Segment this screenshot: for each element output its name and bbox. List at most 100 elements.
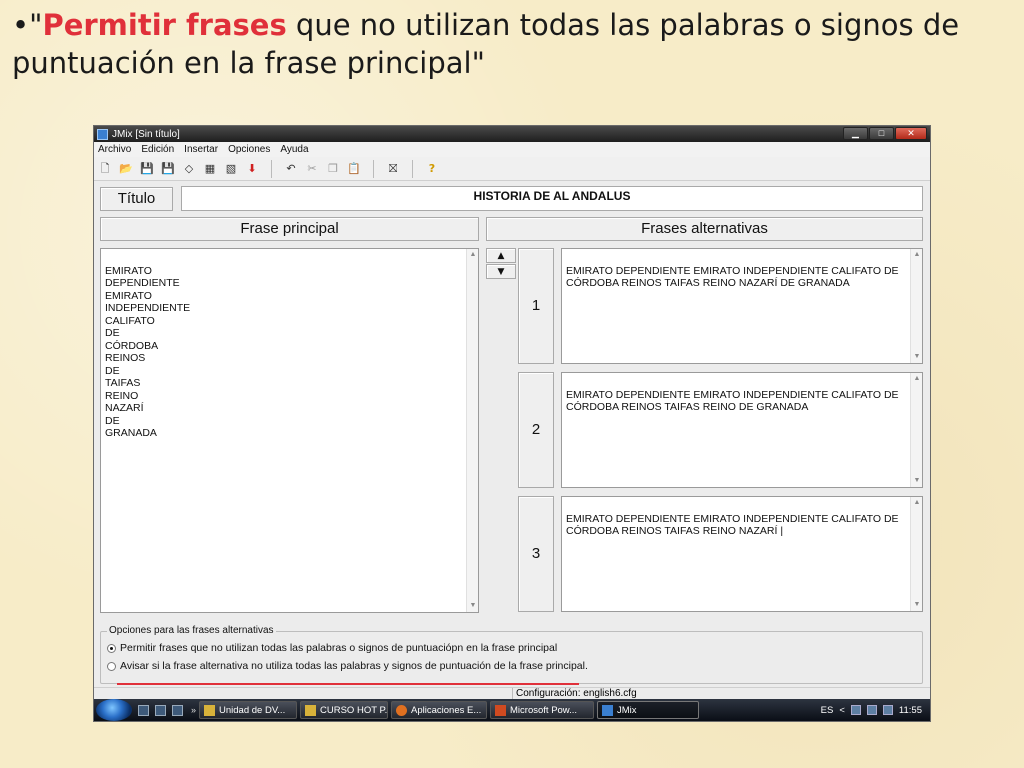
app-icon [97,128,108,140]
window-controls: ▁ □ ✕ [843,127,927,140]
grid-export-icon[interactable]: ▧ [223,161,239,177]
minimize-button[interactable]: ▁ [843,127,868,140]
quicklaunch-chevron[interactable]: » [191,705,196,715]
scroll-down-icon[interactable]: ▼ [911,599,922,611]
quicklaunch-window-icon[interactable] [155,704,166,716]
alt-text-2: EMIRATO DEPENDIENTE EMIRATO INDEPENDIENT… [566,388,899,414]
titulo-button[interactable]: Título [100,187,173,211]
eraser-icon[interactable]: ◇ [181,161,197,177]
menu-edicion[interactable]: Edición [141,144,174,155]
main-sentence-header: Frase principal [100,217,479,241]
alt-number-button-1[interactable]: 1 [518,248,554,364]
status-bar: Configuración: english6.cfg [94,687,930,700]
task-label: Unidad de DV... [219,704,286,716]
paste-icon[interactable]: 📋 [346,161,362,177]
red-underline-annotation [117,683,579,685]
window-titlebar[interactable]: JMix [Sin título] ▁ □ ✕ [94,126,930,142]
scroll-down-icon[interactable]: ▼ [911,475,922,487]
close-button[interactable]: ✕ [895,127,927,140]
scroll-up-icon[interactable]: ▲ [467,249,478,261]
new-icon[interactable]: 🗋 [97,161,113,177]
task-label: JMix [617,704,637,716]
powerpoint-icon [495,704,507,716]
alt-text-3: EMIRATO DEPENDIENTE EMIRATO INDEPENDIENT… [566,512,899,538]
quicklaunch-desktop-icon[interactable] [138,704,149,716]
radio-permitir[interactable] [107,643,116,653]
folder-icon [204,704,216,716]
open-icon[interactable]: 📂 [118,161,134,177]
scroll-up-icon[interactable]: ▲ [911,497,922,509]
main-scrollbar[interactable]: ▲ ▼ [466,249,478,612]
alt-scrollbar-3[interactable]: ▲ ▼ [910,497,922,611]
alt-nav-arrows: ▲ ▼ [486,248,516,280]
alt-options-group: Opciones para las frases alternativas Pe… [100,625,923,685]
scroll-up-icon[interactable]: ▲ [911,249,922,261]
toolbar-separator [271,159,272,178]
options-legend: Opciones para las frases alternativas [107,625,276,636]
toolbar-separator [412,159,413,178]
menu-archivo[interactable]: Archivo [98,144,131,155]
task-unidad-dvd[interactable]: Unidad de DV... [199,701,298,719]
grid-icon[interactable]: ▦ [202,161,218,177]
menu-bar: Archivo Edición Insertar Opciones Ayuda [94,142,930,157]
volume-icon[interactable] [882,705,893,715]
quote-open: " [29,8,43,42]
system-tray: ES < 11:55 [821,705,930,716]
task-label: Microsoft Pow... [510,704,578,716]
alt-textarea-1[interactable]: EMIRATO DEPENDIENTE EMIRATO INDEPENDIENT… [561,248,923,364]
alt-scrollbar-2[interactable]: ▲ ▼ [910,373,922,487]
option-avisar[interactable]: Avisar si la frase alternativa no utiliz… [107,660,588,672]
cut-icon[interactable]: ✂ [304,161,320,177]
alt-number-button-2[interactable]: 2 [518,372,554,488]
web-export-icon[interactable]: ⛝ [385,161,401,177]
bullet: • [12,8,30,42]
quicklaunch-media-icon[interactable] [172,704,183,716]
taskbar: » Unidad de DV... CURSO HOT P... Aplicac… [94,699,930,721]
scroll-down-icon[interactable]: ▼ [911,351,922,363]
jmix-icon [602,704,614,716]
help-icon[interactable]: ? [424,161,440,177]
arrow-down-red-icon[interactable]: ⬇ [244,161,260,177]
arrow-down-button[interactable]: ▼ [486,264,516,279]
toolbar: 🗋 📂 💾 💾 ◇ ▦ ▧ ⬇ ↶ ✂ ❐ 📋 ⛝ ? [94,157,930,181]
menu-opciones[interactable]: Opciones [228,144,270,155]
quote-close: " [471,46,485,80]
save-as-icon[interactable]: 💾 [160,161,176,177]
language-indicator[interactable]: ES [821,705,834,716]
menu-insertar[interactable]: Insertar [184,144,218,155]
copy-icon[interactable]: ❐ [325,161,341,177]
scroll-down-icon[interactable]: ▼ [467,600,478,612]
alt-text-1: EMIRATO DEPENDIENTE EMIRATO INDEPENDIENT… [566,264,899,290]
titulo-input[interactable]: HISTORIA DE AL ANDALUS [181,186,923,211]
toolbar-separator [373,159,374,178]
radio-avisar[interactable] [107,661,116,671]
arrow-up-button[interactable]: ▲ [486,248,516,263]
task-curso-hot[interactable]: CURSO HOT P... [300,701,389,719]
alt-textarea-3[interactable]: EMIRATO DEPENDIENTE EMIRATO INDEPENDIENT… [561,496,923,612]
alt-number-button-3[interactable]: 3 [518,496,554,612]
main-sentence-text: EMIRATO DEPENDIENTE EMIRATO INDEPENDIENT… [105,264,191,440]
folder-icon [305,704,317,716]
scroll-up-icon[interactable]: ▲ [911,373,922,385]
jmix-window: JMix [Sin título] ▁ □ ✕ Archivo Edición … [93,125,931,722]
clock[interactable]: 11:55 [899,705,922,716]
task-jmix[interactable]: JMix [597,701,700,719]
maximize-button[interactable]: □ [869,127,894,140]
option-avisar-label[interactable]: Avisar si la frase alternativa no utiliz… [120,660,588,672]
task-powerpoint[interactable]: Microsoft Pow... [490,701,595,719]
alt-textarea-2[interactable]: EMIRATO DEPENDIENTE EMIRATO INDEPENDIENT… [561,372,923,488]
help-tray-icon[interactable] [850,705,861,715]
undo-icon[interactable]: ↶ [283,161,299,177]
option-permitir[interactable]: Permitir frases que no utilizan todas la… [107,642,557,654]
tray-expand-arrow[interactable]: < [839,705,845,716]
task-label: CURSO HOT P... [320,704,389,716]
alt-scrollbar-1[interactable]: ▲ ▼ [910,249,922,363]
save-icon[interactable]: 💾 [139,161,155,177]
main-sentence-textarea[interactable]: EMIRATO DEPENDIENTE EMIRATO INDEPENDIENT… [100,248,479,613]
start-button[interactable] [96,699,132,721]
network-icon[interactable] [866,705,877,715]
menu-ayuda[interactable]: Ayuda [280,144,308,155]
firefox-icon [396,704,408,716]
task-aplicaciones[interactable]: Aplicaciones E... [391,701,488,719]
option-permitir-label[interactable]: Permitir frases que no utilizan todas la… [120,642,557,654]
